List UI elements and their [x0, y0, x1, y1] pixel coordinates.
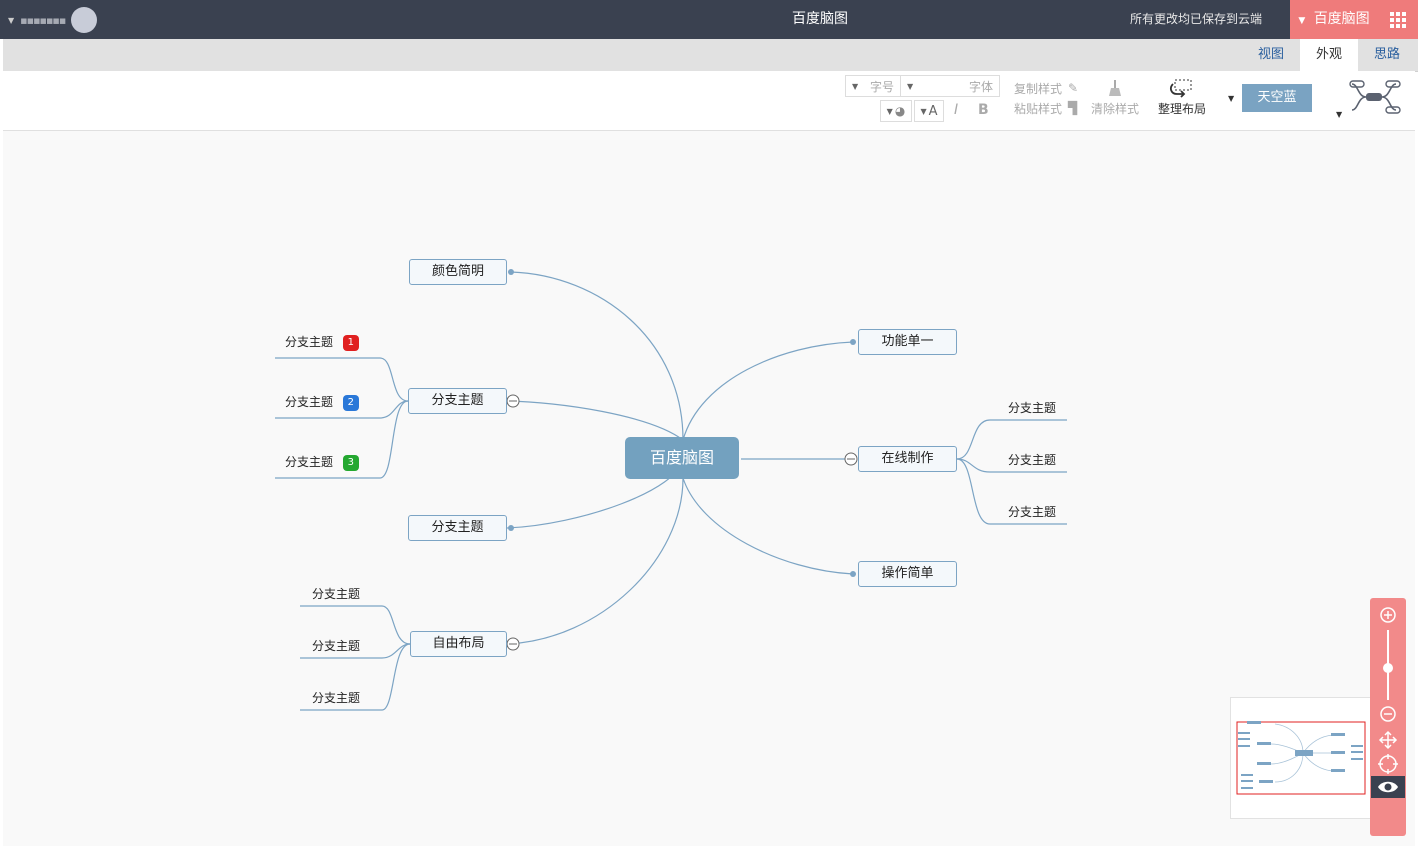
subtopic-node[interactable]: 分支主题	[1008, 502, 1056, 522]
mindmap-connectors	[275, 269, 1067, 711]
minimap[interactable]	[1230, 697, 1372, 819]
target-icon	[1378, 754, 1398, 774]
subtopic-node[interactable]: 分支主题 3	[285, 452, 365, 472]
subtopic-node[interactable]: 分支主题	[312, 636, 360, 656]
subtopic-node[interactable]: 分支主题	[1008, 398, 1056, 418]
zoom-slider-handle[interactable]	[1383, 663, 1393, 673]
subtopic-node[interactable]: 分支主题	[1008, 450, 1056, 470]
priority-badge-icon: 2	[342, 394, 359, 411]
subtopic-node[interactable]: 分支主题 1	[285, 332, 365, 352]
locate-root-button[interactable]	[1378, 754, 1398, 774]
zoom-in-button[interactable]	[1379, 606, 1397, 624]
subtopic-label: 分支主题	[285, 395, 334, 409]
topic-node[interactable]: 功能单一	[858, 329, 957, 355]
topic-node[interactable]: 自由布局	[410, 631, 507, 657]
minimap-toggle-button[interactable]	[1371, 776, 1405, 798]
topic-node[interactable]: 分支主题	[408, 388, 507, 414]
subtopic-label: 分支主题	[285, 335, 334, 349]
subtopic-label: 分支主题	[285, 455, 334, 469]
subtopic-node[interactable]: 分支主题 2	[285, 392, 365, 412]
topic-node[interactable]: 分支主题	[408, 515, 507, 541]
root-node[interactable]: 百度脑图	[625, 437, 739, 479]
subtopic-node[interactable]: 分支主题	[312, 688, 360, 708]
minimap-preview	[1236, 721, 1366, 795]
topic-node[interactable]: 颜色简明	[409, 259, 507, 285]
topic-node[interactable]: 操作简单	[858, 561, 957, 587]
move-icon	[1378, 730, 1398, 750]
subtopic-node[interactable]: 分支主题	[312, 584, 360, 604]
priority-badge-icon: 1	[342, 334, 359, 351]
priority-badge-icon: 3	[342, 454, 359, 471]
zoom-in-icon	[1380, 607, 1396, 623]
eye-icon	[1378, 781, 1398, 793]
zoom-out-icon	[1380, 706, 1396, 722]
topic-node[interactable]: 在线制作	[858, 446, 957, 472]
zoom-out-button[interactable]	[1379, 705, 1397, 723]
move-button[interactable]	[1378, 730, 1398, 750]
